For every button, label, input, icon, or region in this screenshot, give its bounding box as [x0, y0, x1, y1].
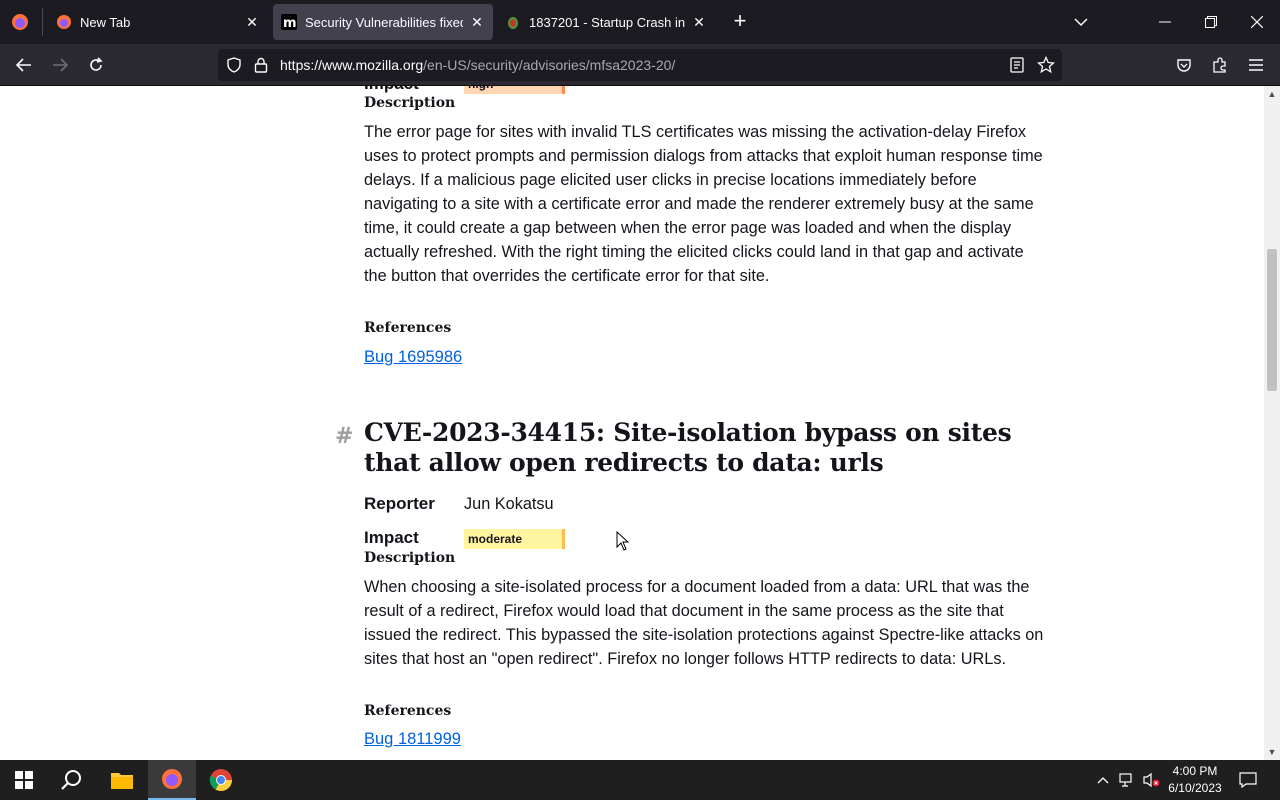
firefox-icon: [162, 769, 182, 789]
tab-title: New Tab: [80, 14, 131, 30]
advisory-title: CVE-2023-34415: Site-isolation bypass on…: [364, 418, 1012, 477]
pocket-button[interactable]: [1171, 52, 1197, 78]
back-arrow-icon: [16, 58, 31, 72]
bookmark-star-icon[interactable]: [1037, 56, 1055, 74]
notification-center-button[interactable]: [1236, 760, 1260, 800]
reporter-name: Jun Kokatsu: [464, 495, 554, 513]
section-anchor-link[interactable]: #: [335, 423, 353, 449]
windows-logo-icon: [15, 771, 33, 789]
scroll-up-arrow-icon[interactable]: ▲: [1264, 87, 1280, 101]
restore-icon: [1205, 16, 1217, 28]
tab-bugzilla[interactable]: 1837201 - Startup Crash in [@ m ✕: [497, 0, 715, 44]
app-menu-button[interactable]: [1243, 52, 1269, 78]
bugzilla-icon: [508, 17, 518, 29]
tracking-protection-shield-icon[interactable]: [226, 57, 242, 73]
pocket-icon: [1177, 59, 1191, 72]
navigation-toolbar: https://www.mozilla.org/en-US/security/a…: [0, 44, 1280, 86]
url-text[interactable]: https://www.mozilla.org/en-US/security/a…: [280, 57, 675, 73]
impact-badge: moderate: [464, 529, 565, 549]
mouse-cursor-icon: [616, 531, 630, 551]
address-bar[interactable]: https://www.mozilla.org/en-US/security/a…: [218, 49, 1062, 81]
puzzle-piece-icon: [1213, 57, 1226, 73]
forward-arrow-icon: [53, 58, 68, 72]
new-tab-button[interactable]: +: [728, 10, 752, 34]
tab-security-advisory[interactable]: m Security Vulnerabilities fixed in ✕: [273, 4, 493, 40]
volume-muted-icon: [1143, 772, 1160, 788]
search-button[interactable]: [48, 760, 96, 800]
tab-strip: New Tab ✕ m Security Vulnerabilities fix…: [0, 0, 1280, 44]
tab-new-tab[interactable]: New Tab ✕: [48, 0, 268, 44]
windows-taskbar: 4:00 PM 6/10/2023: [0, 760, 1280, 800]
forward-button[interactable]: [47, 52, 73, 78]
lock-icon[interactable]: [254, 57, 268, 73]
url-path: /en-US/security/advisories/mfsa2023-20/: [423, 57, 676, 73]
mdn-icon: m: [281, 14, 297, 30]
chrome-taskbar-button[interactable]: [197, 760, 245, 800]
close-tab-icon[interactable]: ✕: [469, 14, 485, 30]
chevron-down-icon: [1074, 18, 1088, 27]
impact-label: Impact: [364, 528, 419, 547]
scroll-down-arrow-icon[interactable]: ▼: [1264, 745, 1280, 759]
impact-label: Impact: [364, 86, 419, 94]
description-text: When choosing a site-isolated process fo…: [364, 578, 1044, 668]
firefox-view-icon[interactable]: [10, 12, 30, 32]
description-label: Description: [364, 550, 456, 566]
notification-icon: [1239, 772, 1257, 788]
restore-button[interactable]: [1188, 0, 1234, 44]
firefox-taskbar-button[interactable]: [148, 760, 196, 800]
reload-button[interactable]: [83, 52, 109, 78]
show-hidden-icons-button[interactable]: [1094, 760, 1112, 800]
search-icon: [61, 770, 81, 790]
close-tab-icon[interactable]: ✕: [244, 14, 260, 30]
close-window-button[interactable]: [1234, 0, 1280, 44]
minimize-icon: [1159, 21, 1171, 23]
volume-button[interactable]: [1140, 760, 1162, 800]
close-icon: [1251, 16, 1263, 28]
network-icon: [1119, 773, 1132, 787]
extensions-button[interactable]: [1207, 52, 1233, 78]
tab-title: Security Vulnerabilities fixed in: [305, 14, 463, 30]
page-viewport: Impact high Description The error page f…: [0, 86, 1264, 760]
back-button[interactable]: [11, 52, 37, 78]
network-status-button[interactable]: [1116, 760, 1138, 800]
system-clock[interactable]: 4:00 PM 6/10/2023: [1160, 763, 1230, 797]
tab-separator: [42, 8, 43, 36]
bug-link[interactable]: Bug 1695986: [364, 348, 462, 367]
minimize-button[interactable]: [1142, 0, 1188, 44]
list-all-tabs-button[interactable]: [1058, 0, 1104, 44]
tab-title: 1837201 - Startup Crash in [@ m: [529, 14, 685, 30]
hamburger-menu-icon: [1249, 59, 1263, 71]
folder-icon: [111, 773, 133, 789]
references-label: References: [364, 703, 452, 719]
clock-date: 6/10/2023: [1168, 781, 1222, 795]
reader-view-icon[interactable]: [1010, 57, 1024, 73]
clock-time: 4:00 PM: [1172, 764, 1218, 778]
start-button[interactable]: [0, 760, 48, 800]
description-text: The error page for sites with invalid TL…: [364, 123, 1043, 285]
references-label: References: [364, 320, 452, 336]
url-host: https://www.mozilla.org: [280, 57, 424, 73]
firefox-icon: [57, 15, 71, 29]
reporter-label: Reporter: [364, 494, 435, 513]
bug-link[interactable]: Bug 1811999: [364, 730, 461, 749]
file-explorer-button[interactable]: [98, 760, 146, 800]
chevron-up-icon: [1097, 777, 1109, 784]
impact-badge: high: [464, 86, 565, 94]
scrollbar-thumb[interactable]: [1267, 249, 1277, 391]
close-tab-icon[interactable]: ✕: [691, 14, 707, 30]
reload-icon: [90, 57, 103, 71]
description-label: Description: [364, 95, 456, 111]
svg-text:m: m: [283, 16, 297, 30]
chrome-icon: [209, 769, 232, 791]
page-scrollbar[interactable]: ▲ ▼: [1264, 86, 1280, 760]
